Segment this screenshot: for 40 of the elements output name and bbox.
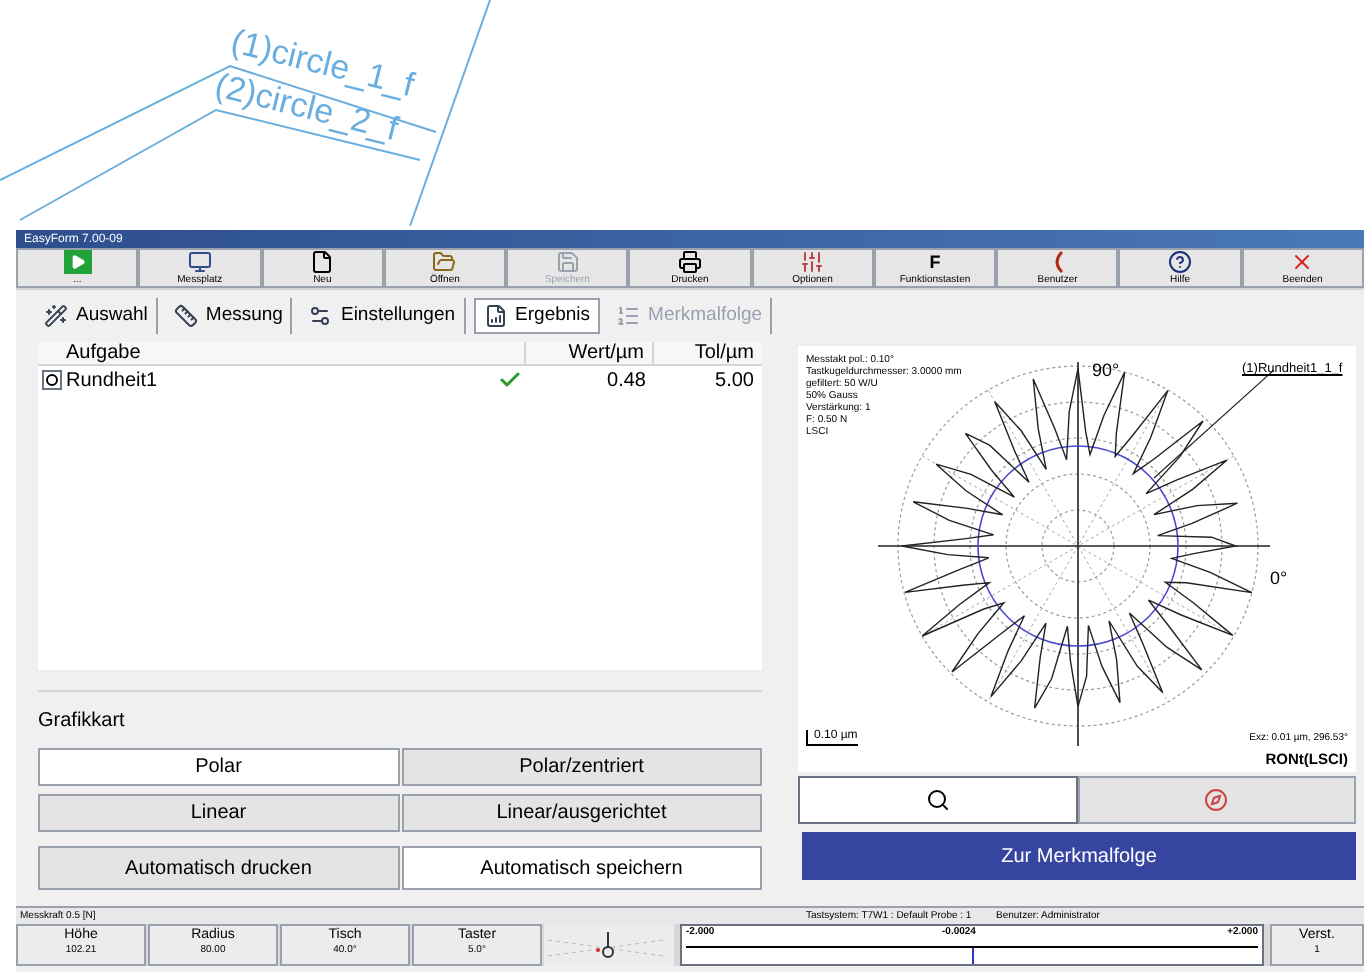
table-cell-text: 0.48 bbox=[605, 367, 648, 396]
column-header: Wert/µm bbox=[526, 342, 654, 365]
table-row[interactable]: Rundheit1 0.48 5.00 bbox=[38, 366, 762, 395]
help-icon bbox=[1168, 250, 1193, 275]
close-icon bbox=[1290, 250, 1315, 275]
column-header: Tol/µm bbox=[692, 342, 756, 365]
wand-icon bbox=[44, 304, 68, 329]
next-button[interactable]: Zur Merkmalfolge bbox=[802, 832, 1356, 881]
table-cell-text: Rundheit1 bbox=[66, 367, 160, 396]
list-icon bbox=[616, 304, 641, 329]
document-icon bbox=[310, 250, 335, 275]
ruler-icon bbox=[173, 304, 198, 329]
axis-label: 90° bbox=[1092, 358, 1120, 385]
section-title: Grafikkart bbox=[38, 708, 127, 737]
folder-icon bbox=[432, 250, 457, 275]
zoom-button[interactable] bbox=[798, 776, 1077, 825]
tab[interactable]: Einstellungen bbox=[300, 298, 466, 335]
settings-icon bbox=[308, 304, 333, 329]
option-button[interactable]: Automatisch speichern bbox=[401, 846, 762, 891]
option-button[interactable]: Linear/ausgerichtet bbox=[401, 794, 762, 833]
monitor-icon bbox=[187, 250, 212, 275]
tab[interactable]: Messung bbox=[165, 298, 293, 335]
column-header: Aufgabe bbox=[38, 342, 526, 365]
report-icon bbox=[483, 304, 508, 329]
search-icon bbox=[925, 788, 950, 813]
circle-icon bbox=[42, 370, 62, 391]
save-icon bbox=[555, 250, 580, 275]
option-button[interactable]: Automatisch drucken bbox=[38, 846, 399, 891]
sliders-icon bbox=[800, 250, 825, 275]
key-glyph: F bbox=[929, 250, 941, 275]
option-button[interactable]: Polar/zentriert bbox=[401, 748, 762, 787]
play-icon bbox=[63, 250, 92, 275]
table-cell-text: 5.00 bbox=[713, 367, 756, 396]
option-button[interactable]: Linear bbox=[38, 794, 399, 833]
tab[interactable]: Ergebnis bbox=[473, 298, 601, 335]
option-button[interactable]: Polar bbox=[38, 748, 399, 787]
axis-label: 0° bbox=[1270, 566, 1288, 593]
tab[interactable]: Auswahl bbox=[36, 298, 158, 335]
printer-icon bbox=[677, 250, 702, 275]
dial-icon bbox=[1204, 788, 1229, 813]
